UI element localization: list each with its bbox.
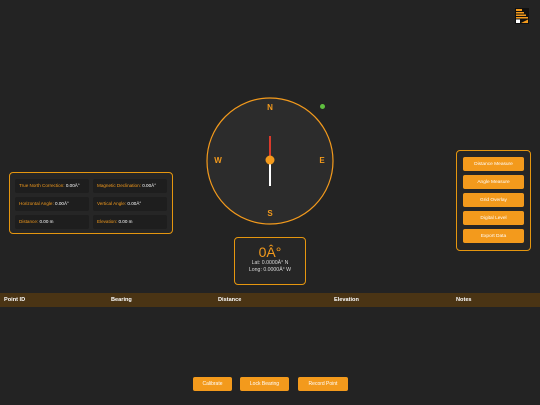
magnetic-declination: Magnetic Declination: 0.00Â° — [93, 179, 167, 193]
points-table-body — [0, 307, 540, 367]
angle-measure-button[interactable]: Angle Measure — [463, 175, 524, 189]
horizontal-angle: Horizontal Angle: 0.00Â° — [15, 197, 89, 211]
compass[interactable]: N S E W — [205, 96, 335, 226]
elevation-readout: Elevation: 0.00 m — [93, 215, 167, 229]
column-distance: Distance — [218, 297, 242, 303]
app-logo — [515, 8, 529, 24]
latitude: Lat: 0.0000Â° N — [251, 260, 289, 266]
status-indicator — [320, 104, 325, 109]
grid-overlay-button[interactable]: Grid Overlay — [463, 193, 524, 207]
needle-pivot — [265, 155, 275, 165]
app-screen: N S E W True North Correction: 0.00Â° Ma… — [0, 0, 540, 405]
true-north-correction: True North Correction: 0.00Â° — [15, 179, 89, 193]
column-bearing: Bearing — [111, 297, 132, 303]
bearing-display: 0Â° Lat: 0.0000Â° N Long: 0.0000Â° W — [234, 237, 306, 285]
digital-level-button[interactable]: Digital Level — [463, 211, 524, 225]
bearing-value: 0Â° — [258, 244, 282, 260]
column-elevation: Elevation — [334, 297, 359, 303]
points-table-header: Point ID Bearing Distance Elevation Note… — [0, 293, 540, 307]
compass-west-label: W — [214, 156, 222, 165]
compass-east-label: E — [319, 156, 325, 165]
measurement-info-panel: True North Correction: 0.00Â° Magnetic D… — [9, 172, 173, 234]
calibrate-button[interactable]: Calibrate — [193, 377, 232, 391]
distance-readout: Distance: 0.00 m — [15, 215, 89, 229]
tools-panel: Distance Measure Angle Measure Grid Over… — [456, 150, 531, 251]
distance-measure-button[interactable]: Distance Measure — [463, 157, 524, 171]
lock-bearing-button[interactable]: Lock Bearing — [240, 377, 289, 391]
export-data-button[interactable]: Export Data — [463, 229, 524, 243]
compass-north-label: N — [267, 103, 273, 112]
longitude: Long: 0.0000Â° W — [248, 267, 292, 273]
compass-south-label: S — [267, 209, 273, 218]
column-notes: Notes — [456, 297, 472, 303]
column-point-id: Point ID — [4, 297, 26, 303]
vertical-angle: Vertical Angle: 0.00Â° — [93, 197, 167, 211]
record-point-button[interactable]: Record Point — [298, 377, 348, 391]
